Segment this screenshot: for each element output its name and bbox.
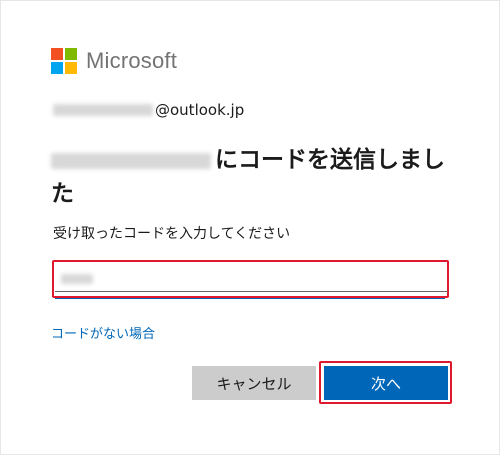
redacted-code-value [61, 274, 93, 284]
cancel-button[interactable]: キャンセル [192, 366, 316, 400]
brand-name: Microsoft [86, 48, 178, 73]
logo-square-green [65, 48, 77, 60]
next-button[interactable]: 次へ [324, 366, 448, 400]
redacted-email-user [53, 104, 153, 116]
logo-square-yellow [65, 62, 77, 74]
redacted-phone-number [51, 152, 211, 169]
sign-in-card: Microsoft @outlook.jp にコードを送信しました 受け取ったコ… [0, 0, 500, 455]
logo-square-red [51, 48, 63, 60]
verification-code-input[interactable] [55, 263, 448, 292]
no-code-link[interactable]: コードがない場合 [51, 323, 155, 342]
brand-logo-row: Microsoft [51, 48, 177, 74]
account-email: @outlook.jp [53, 101, 244, 119]
page-title: にコードを送信しました [51, 143, 461, 211]
microsoft-logo-icon [51, 48, 77, 74]
input-underline [55, 298, 445, 299]
email-domain: @outlook.jp [155, 101, 245, 119]
logo-square-blue [51, 62, 63, 74]
instruction-text: 受け取ったコードを入力してください [53, 226, 291, 242]
